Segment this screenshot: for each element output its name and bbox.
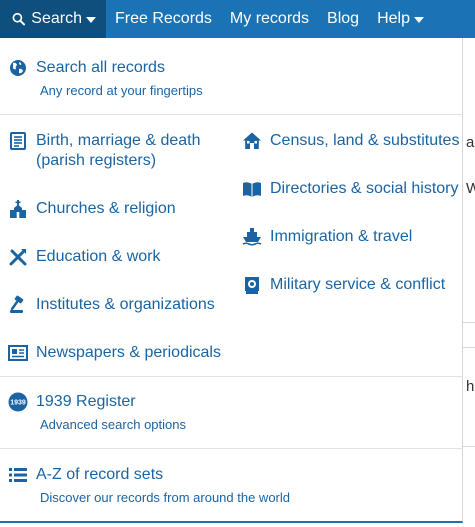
menu-item-directories-social-history[interactable]: Directories & social history bbox=[242, 179, 459, 199]
menu-item-label: Birth, marriage & death (parish register… bbox=[36, 132, 201, 169]
nav-search-label: Search bbox=[31, 10, 82, 27]
background-text-fragment: a bbox=[466, 134, 475, 151]
menu-item-birth-marriage-death[interactable]: Birth, marriage & death (parish register… bbox=[8, 131, 201, 171]
globe-icon bbox=[8, 58, 28, 78]
menu-item-label: Search all records bbox=[36, 59, 165, 76]
menu-item-census-land[interactable]: Census, land & substitutes bbox=[242, 131, 459, 151]
top-navigation: Search Free Records My records Blog Help bbox=[0, 0, 475, 38]
list-icon bbox=[8, 465, 28, 485]
divider bbox=[0, 448, 463, 449]
menu-item-label: Institutes & organizations bbox=[36, 296, 215, 313]
menu-item-immigration-travel[interactable]: Immigration & travel bbox=[242, 227, 412, 247]
divider bbox=[0, 376, 463, 377]
search-dropdown-panel: Search all records Any record at your fi… bbox=[0, 38, 463, 523]
menu-item-subtitle: Discover our records from around the wor… bbox=[40, 490, 290, 505]
book-icon bbox=[242, 179, 262, 199]
menu-item-label: Military service & conflict bbox=[270, 276, 446, 293]
document-list-icon bbox=[8, 131, 28, 151]
background-page-edge bbox=[463, 38, 475, 527]
menu-item-subtitle: Advanced search options bbox=[40, 417, 186, 432]
menu-item-label: Education & work bbox=[36, 248, 161, 265]
menu-item-label: A-Z of record sets bbox=[36, 466, 164, 483]
1939-badge-icon: 1939 bbox=[8, 392, 28, 412]
menu-item-search-all[interactable]: Search all records bbox=[8, 58, 165, 78]
tools-icon bbox=[8, 247, 28, 267]
background-divider bbox=[463, 446, 475, 447]
menu-item-label: Newspapers & periodicals bbox=[36, 344, 221, 361]
nav-help-menu[interactable]: Help bbox=[368, 0, 433, 38]
menu-item-label: Census, land & substitutes bbox=[270, 132, 460, 149]
nav-help-label: Help bbox=[377, 10, 410, 27]
menu-item-label: Directories & social history bbox=[270, 180, 459, 197]
nav-free-records[interactable]: Free Records bbox=[106, 0, 221, 38]
menu-item-label: Churches & religion bbox=[36, 200, 176, 217]
background-divider bbox=[463, 347, 475, 348]
house-icon bbox=[242, 131, 262, 151]
nav-blog[interactable]: Blog bbox=[318, 0, 368, 38]
svg-text:1939: 1939 bbox=[10, 400, 26, 407]
menu-item-1939-register[interactable]: 1939 1939 Register bbox=[8, 392, 136, 412]
menu-item-label: Immigration & travel bbox=[270, 228, 413, 245]
church-icon bbox=[8, 199, 28, 219]
nav-my-records[interactable]: My records bbox=[221, 0, 318, 38]
menu-item-label: 1939 Register bbox=[36, 393, 136, 410]
divider bbox=[0, 114, 463, 115]
gavel-icon bbox=[8, 295, 28, 315]
background-text-fragment: W bbox=[466, 180, 475, 197]
chevron-down-icon bbox=[413, 17, 424, 23]
menu-item-education-work[interactable]: Education & work bbox=[8, 247, 161, 267]
search-icon bbox=[12, 12, 26, 26]
background-divider bbox=[463, 322, 475, 323]
medal-icon bbox=[242, 275, 262, 295]
menu-item-institutes-organizations[interactable]: Institutes & organizations bbox=[8, 295, 215, 315]
chevron-down-icon bbox=[86, 17, 96, 23]
menu-item-a-z-record-sets[interactable]: A-Z of record sets bbox=[8, 465, 163, 485]
menu-item-churches-religion[interactable]: Churches & religion bbox=[8, 199, 176, 219]
newspaper-icon bbox=[8, 343, 28, 363]
menu-item-subtitle: Any record at your fingertips bbox=[40, 83, 203, 98]
ship-icon bbox=[242, 227, 262, 247]
background-text-fragment: h bbox=[466, 378, 475, 395]
nav-search-menu[interactable]: Search bbox=[0, 0, 106, 38]
menu-item-military-service[interactable]: Military service & conflict bbox=[242, 275, 445, 295]
menu-item-newspapers-periodicals[interactable]: Newspapers & periodicals bbox=[8, 343, 221, 363]
